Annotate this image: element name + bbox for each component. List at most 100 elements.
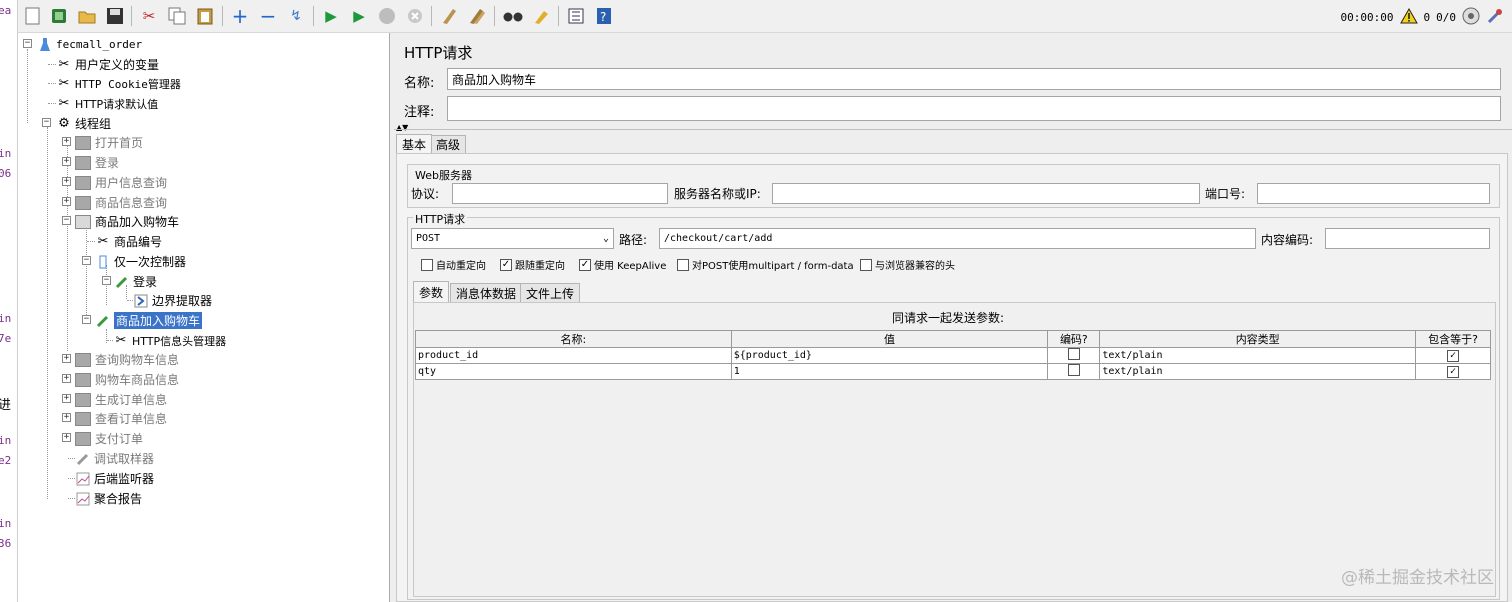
include-equals-cell[interactable]: ✓ xyxy=(1415,347,1491,364)
tree-item-once-only[interactable]: 仅一次控制器 xyxy=(95,252,186,271)
param-value[interactable]: 1 xyxy=(730,363,1049,380)
expand-toggle[interactable]: + xyxy=(62,433,71,442)
expand-toggle[interactable]: + xyxy=(62,197,71,206)
comment-field[interactable] xyxy=(447,96,1501,121)
collapse-toggle[interactable]: − xyxy=(62,216,71,225)
tree-root[interactable]: fecmall_order xyxy=(37,35,142,54)
tree-item-open-home[interactable]: 打开首页 xyxy=(75,133,143,152)
tree-item-product-id[interactable]: ✂ 商品编号 xyxy=(95,232,162,251)
checkmark-icon[interactable]: ✓ xyxy=(1447,349,1460,362)
search-icon[interactable] xyxy=(502,5,524,27)
encode-cell[interactable] xyxy=(1047,347,1101,364)
tree-item-backend-listener[interactable]: 后端监听器 xyxy=(75,469,154,488)
tree-item-pay-order[interactable]: 支付订单 xyxy=(75,429,143,448)
column-header[interactable]: 包含等于? xyxy=(1415,330,1491,348)
tree-item-http-defaults[interactable]: ✂ HTTP请求默认值 xyxy=(56,94,159,113)
tab-parameters[interactable]: 参数 xyxy=(413,281,450,302)
checkmark-icon[interactable]: ✓ xyxy=(500,258,512,271)
start-icon[interactable]: ▶ xyxy=(320,5,342,27)
checkbox-box[interactable] xyxy=(421,258,433,271)
tree-item-login[interactable]: 登录 xyxy=(75,153,119,172)
tree-item-add-to-cart-sampler[interactable]: 商品加入购物车 xyxy=(95,311,203,330)
encode-cell[interactable] xyxy=(1047,363,1101,380)
param-content-type[interactable]: text/plain xyxy=(1099,363,1417,380)
reset-search-icon[interactable] xyxy=(530,5,552,27)
keepalive-checkbox[interactable]: ✓ 使用 KeepAlive xyxy=(579,257,666,272)
help-icon[interactable]: ? xyxy=(593,5,615,27)
tree-item-debug-sampler[interactable]: 调试取样器 xyxy=(75,449,154,468)
toggle-icon[interactable]: ↯ xyxy=(285,5,307,27)
auto-redirect-checkbox[interactable]: 自动重定向 xyxy=(421,257,486,272)
expand-toggle[interactable]: + xyxy=(62,374,71,383)
collapse-icon[interactable]: − xyxy=(257,4,279,28)
tab-body-data[interactable]: 消息体数据 xyxy=(450,283,523,302)
param-name[interactable]: qty xyxy=(415,363,732,380)
copy-icon[interactable] xyxy=(166,5,188,27)
tab-file-upload[interactable]: 文件上传 xyxy=(520,283,581,302)
remote-icon[interactable] xyxy=(1462,7,1480,28)
protocol-field[interactable] xyxy=(452,183,668,204)
checkbox-box[interactable] xyxy=(860,258,872,271)
tree-item-login-sampler[interactable]: 登录 xyxy=(114,272,157,291)
tree-item-query-cart[interactable]: 查询购物车信息 xyxy=(75,350,179,369)
checkmark-icon[interactable]: ✓ xyxy=(579,258,591,271)
collapse-toggle[interactable]: − xyxy=(82,315,91,324)
param-name[interactable]: product_id xyxy=(415,347,732,364)
expand-toggle[interactable]: + xyxy=(62,177,71,186)
tab-advanced[interactable]: 高级 xyxy=(430,135,467,153)
start-no-pauses-icon[interactable]: ▶ xyxy=(348,5,370,27)
multipart-checkbox[interactable]: 对POST使用multipart / form-data xyxy=(677,257,854,272)
server-field[interactable] xyxy=(772,183,1200,204)
expand-toggle[interactable]: + xyxy=(62,413,71,422)
collapse-toggle[interactable]: − xyxy=(102,276,111,285)
tree-item-add-to-cart-controller[interactable]: 商品加入购物车 xyxy=(75,212,179,231)
follow-redirect-checkbox[interactable]: ✓ 跟随重定向 xyxy=(500,257,565,272)
function-helper-icon[interactable] xyxy=(565,5,587,27)
name-field[interactable]: 商品加入购物车 xyxy=(447,68,1501,90)
tree-item-user-vars[interactable]: ✂ 用户定义的变量 xyxy=(56,55,159,74)
paste-icon[interactable] xyxy=(194,5,216,27)
encoding-field[interactable] xyxy=(1325,228,1490,249)
tree-item-create-order[interactable]: 生成订单信息 xyxy=(75,390,167,409)
warning-icon[interactable] xyxy=(1399,7,1418,27)
cut-icon[interactable]: ✂ xyxy=(138,5,160,27)
tree-item-header-manager[interactable]: ✂ HTTP信息头管理器 xyxy=(113,331,227,350)
save-icon[interactable] xyxy=(104,5,126,27)
tree-item-cart-products[interactable]: 购物车商品信息 xyxy=(75,370,179,389)
method-select[interactable]: POST ⌄ xyxy=(411,228,614,249)
column-header[interactable]: 编码? xyxy=(1047,330,1101,348)
tree-item-user-info[interactable]: 用户信息查询 xyxy=(75,173,167,192)
tools-icon[interactable] xyxy=(1486,7,1504,28)
clear-all-icon[interactable] xyxy=(466,5,488,27)
column-header[interactable]: 内容类型 xyxy=(1099,330,1417,348)
param-content-type[interactable]: text/plain xyxy=(1099,347,1417,364)
column-header[interactable]: 名称: xyxy=(415,330,732,348)
include-equals-cell[interactable]: ✓ xyxy=(1415,363,1491,380)
expand-toggle[interactable]: + xyxy=(62,394,71,403)
tree-item-product-info[interactable]: 商品信息查询 xyxy=(75,193,167,212)
path-field[interactable]: /checkout/cart/add xyxy=(659,228,1256,249)
table-row[interactable]: qty 1 text/plain ✓ xyxy=(415,363,1491,380)
table-row[interactable]: product_id ${product_id} text/plain ✓ xyxy=(415,347,1491,364)
expand-toggle[interactable]: + xyxy=(62,137,71,146)
port-field[interactable] xyxy=(1257,183,1490,204)
param-value[interactable]: ${product_id} xyxy=(730,347,1049,364)
checkbox-box[interactable] xyxy=(677,258,689,271)
checkbox-box[interactable] xyxy=(1067,364,1080,376)
checkmark-icon[interactable]: ✓ xyxy=(1447,365,1460,378)
browser-headers-checkbox[interactable]: 与浏览器兼容的头 xyxy=(860,257,955,272)
expand-toggle[interactable]: + xyxy=(62,354,71,363)
tree-item-thread-group[interactable]: ⚙ 线程组 xyxy=(56,114,111,133)
tab-basic[interactable]: 基本 xyxy=(396,134,433,153)
expand-icon[interactable]: + xyxy=(229,4,251,28)
tree-item-view-order[interactable]: 查看订单信息 xyxy=(75,409,167,428)
tree-item-boundary-extractor[interactable]: 边界提取器 xyxy=(133,291,212,310)
new-icon[interactable] xyxy=(22,5,44,27)
templates-icon[interactable] xyxy=(48,5,70,27)
expand-toggle[interactable]: + xyxy=(62,157,71,166)
split-arrows-icon[interactable]: ▲▼ xyxy=(396,123,408,132)
stop-icon[interactable] xyxy=(376,5,398,27)
open-icon[interactable] xyxy=(76,5,98,27)
collapse-toggle[interactable]: − xyxy=(42,118,51,127)
tree-item-cookie-manager[interactable]: ✂ HTTP Cookie管理器 xyxy=(56,74,181,93)
